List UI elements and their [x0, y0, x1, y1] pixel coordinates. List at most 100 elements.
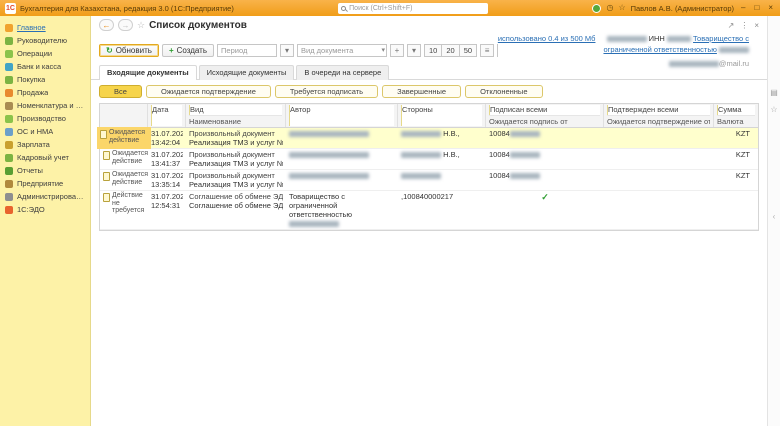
- favorites-icon[interactable]: ☆: [618, 4, 625, 12]
- sidebar-item-operations[interactable]: Операции: [0, 47, 90, 60]
- page-size-20-button[interactable]: 20: [442, 44, 459, 57]
- minimize-button[interactable]: –: [739, 4, 747, 12]
- refresh-button[interactable]: ↻ Обновить: [99, 44, 159, 57]
- col-confirmed[interactable]: Подтвержден всеми Ожидается подтверждени…: [604, 104, 714, 127]
- documents-table: Дата Вид Наименование Автор Стороны Подп…: [99, 103, 759, 231]
- redacted-text: [667, 36, 691, 42]
- sidebar-item-production[interactable]: Производство: [0, 112, 90, 125]
- forward-button[interactable]: →: [118, 19, 133, 31]
- period-input[interactable]: [217, 44, 277, 57]
- create-button[interactable]: + Создать: [162, 44, 214, 57]
- panel-history-icon[interactable]: ▤: [770, 88, 778, 97]
- page-size-10-button[interactable]: 10: [424, 44, 442, 57]
- row-confirmed: [604, 128, 714, 148]
- sidebar-item-purchase[interactable]: Покупка: [0, 73, 90, 86]
- col-date[interactable]: Дата: [148, 104, 186, 127]
- row-confirmed: [604, 191, 714, 229]
- row-currency: KZT: [714, 170, 758, 190]
- page-size-50-button[interactable]: 50: [460, 44, 477, 57]
- chevron-down-icon: ▾: [382, 46, 386, 54]
- list-settings-icon[interactable]: ≡: [480, 44, 494, 57]
- table-row[interactable]: Ожидается действие 31.07.2023 13:35:14 П…: [100, 170, 758, 191]
- row-author: [286, 128, 398, 148]
- table-row[interactable]: Ожидается действие 31.07.2023 13:42:04 П…: [100, 128, 758, 149]
- filter-all[interactable]: Все: [99, 85, 142, 98]
- user-avatar[interactable]: [592, 4, 601, 13]
- redacted-text: [401, 131, 441, 137]
- filter-completed[interactable]: Завершенные: [382, 85, 461, 98]
- row-status: Ожидается действие: [97, 127, 151, 149]
- sidebar-item-fixed-assets[interactable]: ОС и НМА: [0, 125, 90, 138]
- storage-usage-link[interactable]: использовано 0.4 из 500 Мб: [498, 33, 596, 44]
- enterprise-icon: [5, 180, 13, 188]
- history-icon[interactable]: ◷: [606, 4, 613, 12]
- row-author: [286, 170, 398, 190]
- sidebar-item-main[interactable]: Главное: [0, 21, 90, 34]
- redacted-text: [401, 152, 441, 158]
- star-icon[interactable]: ☆: [137, 20, 145, 31]
- row-kind: Произвольный документ Реализация ТМЗ и у…: [186, 170, 286, 190]
- sidebar-item-bank[interactable]: Банк и касса: [0, 60, 90, 73]
- tab-queued[interactable]: В очереди на сервере: [296, 65, 389, 80]
- maximize-button[interactable]: □: [753, 4, 762, 12]
- organization-link-line1[interactable]: Товарищество с: [693, 34, 749, 43]
- back-button[interactable]: ←: [99, 19, 114, 31]
- redacted-text: [607, 36, 647, 42]
- filter-dropdown-button[interactable]: ▾: [407, 44, 421, 57]
- organization-link-line2[interactable]: ограниченной ответственностью: [603, 45, 716, 54]
- redacted-text: [510, 131, 540, 137]
- sidebar-item-hr[interactable]: Кадровый учет: [0, 151, 90, 164]
- row-date: 31.07.2023 12:54:31: [148, 191, 186, 229]
- row-parties: [398, 170, 486, 190]
- col-parties[interactable]: Стороны: [398, 104, 486, 127]
- row-status: Ожидается действие: [100, 170, 148, 190]
- table-row[interactable]: Ожидается действие 31.07.2023 13:41:37 П…: [100, 149, 758, 170]
- close-form-icon[interactable]: ×: [754, 21, 759, 30]
- more-icon[interactable]: ⋮: [740, 21, 748, 30]
- col-kind[interactable]: Вид Наименование: [186, 104, 286, 127]
- fixed-assets-icon: [5, 128, 13, 136]
- col-author[interactable]: Автор: [286, 104, 398, 127]
- sidebar-item-enterprise[interactable]: Предприятие: [0, 177, 90, 190]
- filter-rejected[interactable]: Отклоненные: [465, 85, 542, 98]
- sidebar-item-administration[interactable]: Администрирование: [0, 190, 90, 203]
- col-signed[interactable]: Подписан всеми Ожидается подпись от: [486, 104, 604, 127]
- sidebar-item-edo[interactable]: 1С:ЭДО: [0, 203, 90, 216]
- app-window: 1С Бухгалтерия для Казахстана, редакция …: [0, 0, 780, 426]
- col-status[interactable]: [100, 104, 148, 127]
- search-placeholder: Поиск (Ctrl+Shift+F): [349, 5, 412, 12]
- filter-needs-signature[interactable]: Требуется подписать: [275, 85, 378, 98]
- close-window-button[interactable]: ×: [766, 4, 775, 12]
- table-row[interactable]: Действие не требуется 31.07.2023 12:54:3…: [100, 191, 758, 230]
- redacted-text: [401, 173, 441, 179]
- current-user[interactable]: Павлов А.В. (Администратор): [631, 4, 734, 13]
- global-search-input[interactable]: Поиск (Ctrl+Shift+F): [338, 3, 488, 14]
- redacted-text: [289, 152, 369, 158]
- sidebar-item-payroll[interactable]: Зарплата: [0, 138, 90, 151]
- row-author: Товарищество с ограниченной ответственно…: [286, 191, 398, 229]
- tab-outgoing[interactable]: Исходящие документы: [199, 65, 295, 80]
- filter-awaiting-confirmation[interactable]: Ожидается подтверждение: [146, 85, 271, 98]
- collapse-panel-icon[interactable]: ‹: [773, 212, 776, 221]
- open-in-new-icon[interactable]: ↗: [728, 21, 735, 30]
- plus-icon: +: [169, 46, 174, 55]
- panel-favorites-icon[interactable]: ☆: [770, 105, 777, 114]
- sidebar-item-sales[interactable]: Продажа: [0, 86, 90, 99]
- document-icon: [103, 151, 110, 160]
- row-status: Действие не требуется: [100, 191, 148, 229]
- add-filter-button[interactable]: +: [390, 44, 404, 57]
- period-dropdown-button[interactable]: ▾: [280, 44, 294, 57]
- row-confirmed: [604, 170, 714, 190]
- sidebar-item-reports[interactable]: Отчеты: [0, 164, 90, 177]
- row-kind: Соглашение об обмене ЭД Соглашение об об…: [186, 191, 286, 229]
- document-type-input[interactable]: [297, 44, 387, 57]
- col-sum[interactable]: Сумма Валюта: [714, 104, 758, 127]
- sidebar-item-inventory[interactable]: Номенклатура и склад: [0, 99, 90, 112]
- sidebar-item-manager[interactable]: Руководителю: [0, 34, 90, 47]
- document-icon: [103, 193, 110, 202]
- row-signed: 10084: [486, 149, 604, 169]
- account-email: @mail.ru: [498, 58, 749, 69]
- tab-incoming[interactable]: Входящие документы: [99, 65, 197, 80]
- page-title: Список документов: [149, 20, 247, 31]
- page-size-group: 10 20 50: [424, 44, 477, 57]
